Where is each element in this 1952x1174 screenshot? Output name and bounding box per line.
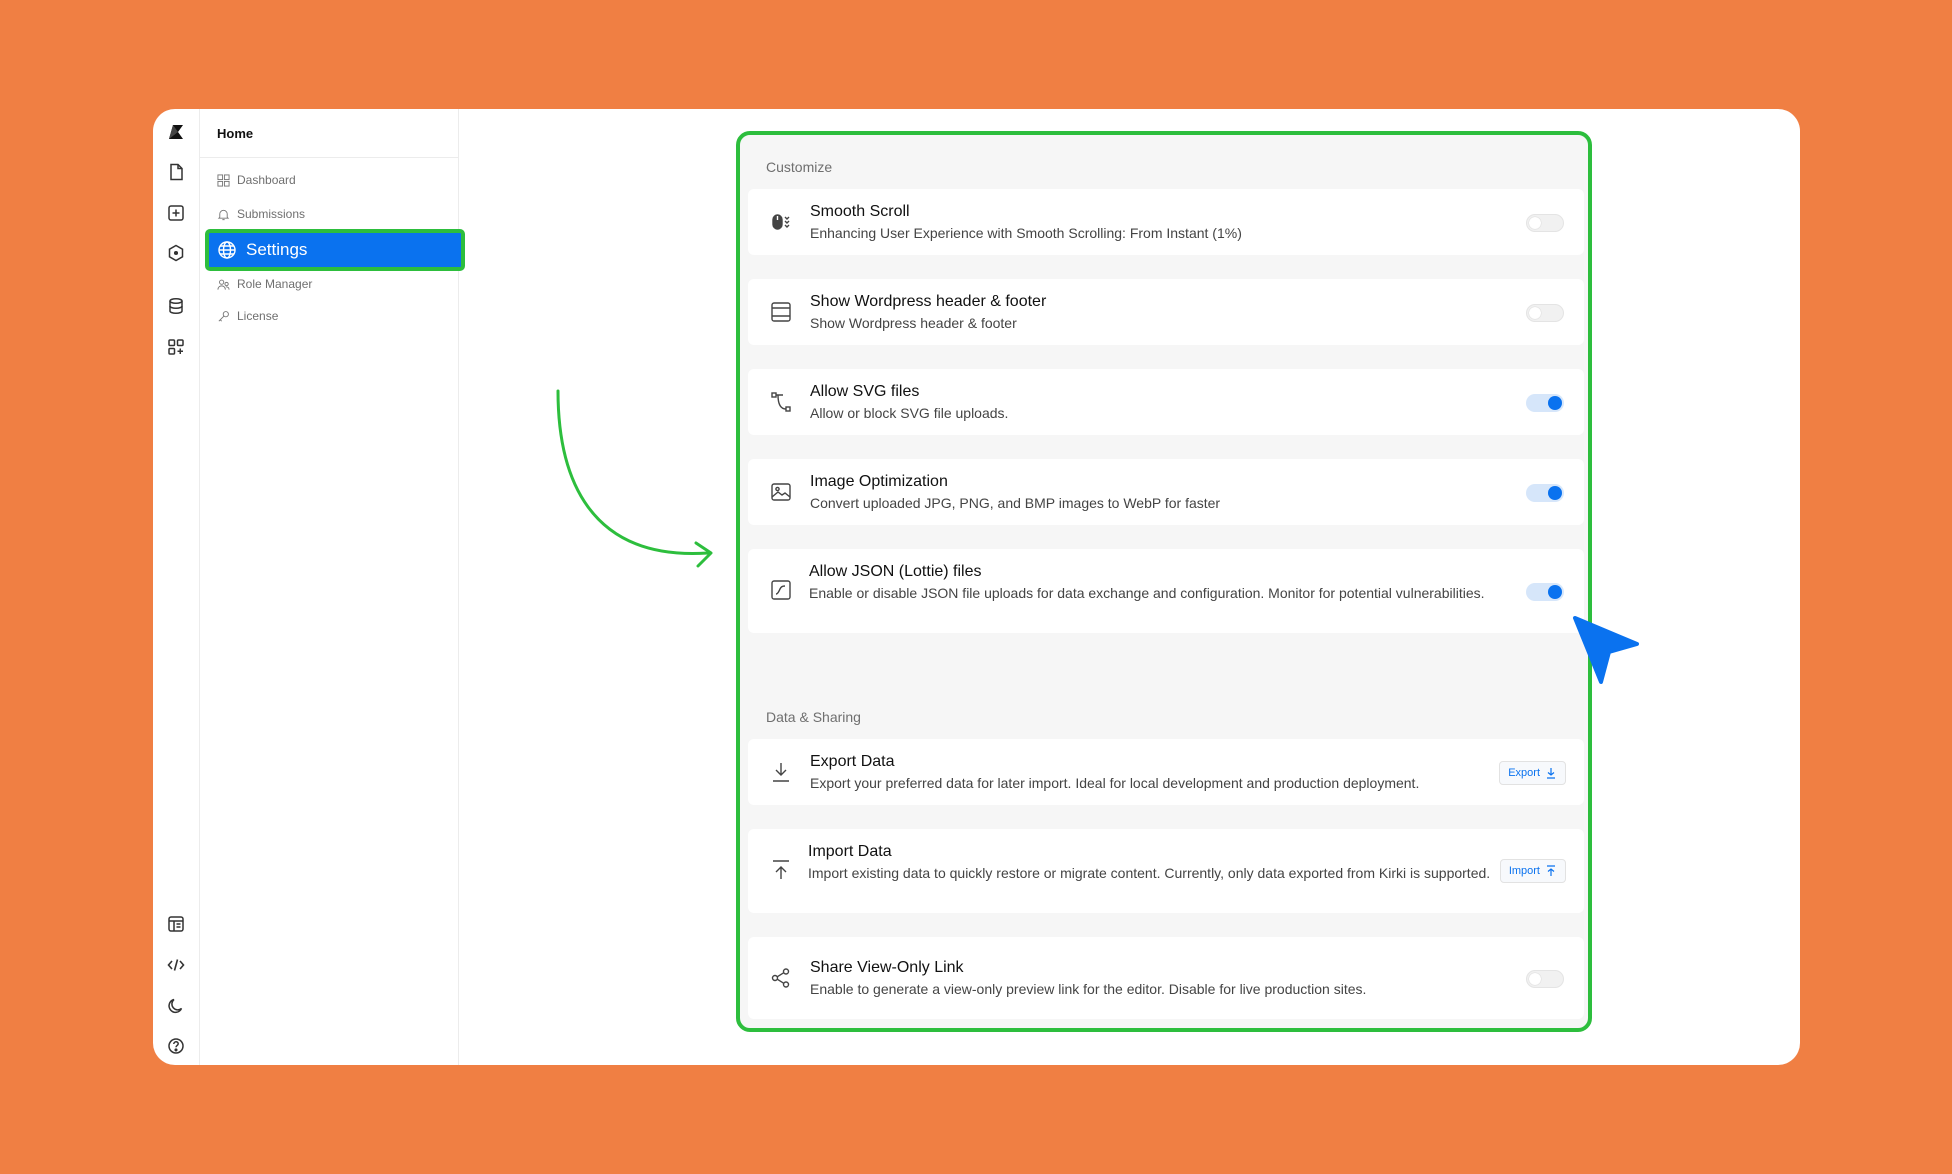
setting-title: Show Wordpress header & footer bbox=[810, 293, 1047, 310]
toggle-knob bbox=[1548, 396, 1562, 410]
icon-rail bbox=[153, 109, 200, 1065]
wordpress-header-footer-toggle[interactable] bbox=[1526, 304, 1564, 322]
code-icon[interactable] bbox=[164, 953, 188, 977]
sidebar-item-role-manager[interactable]: Role Manager bbox=[217, 273, 312, 295]
users-icon bbox=[217, 279, 230, 290]
component-icon[interactable] bbox=[164, 241, 188, 265]
setting-title: Allow JSON (Lottie) files bbox=[809, 563, 982, 580]
bell-icon bbox=[217, 209, 230, 220]
sidebar-item-submissions[interactable]: Submissions bbox=[217, 203, 305, 225]
export-button-label: Export bbox=[1508, 767, 1540, 779]
sidebar-item-label: Role Manager bbox=[237, 277, 313, 291]
vector-pen-icon bbox=[770, 391, 792, 413]
download-icon bbox=[770, 761, 792, 783]
download-icon bbox=[1547, 768, 1555, 779]
sidebar-item-label: License bbox=[237, 309, 279, 323]
setting-import-data: Import Data Import existing data to quic… bbox=[748, 829, 1584, 913]
toggle-knob bbox=[1529, 217, 1541, 229]
lottie-icon bbox=[770, 579, 792, 601]
help-icon[interactable] bbox=[164, 1034, 188, 1058]
settings-panel: Customize Smooth Scroll Enhancing User E… bbox=[736, 131, 1592, 1032]
dashboard-icon bbox=[217, 173, 230, 187]
setting-title: Image Optimization bbox=[810, 473, 948, 490]
toggle-knob bbox=[1529, 973, 1541, 985]
add-icon[interactable] bbox=[164, 201, 188, 225]
setting-image-optimization: Image Optimization Convert uploaded JPG,… bbox=[748, 459, 1584, 525]
apps-icon[interactable] bbox=[164, 335, 188, 359]
allow-svg-toggle[interactable] bbox=[1526, 394, 1564, 412]
moon-icon[interactable] bbox=[164, 994, 188, 1018]
sidebar-item-license[interactable]: License bbox=[217, 305, 278, 327]
page-icon[interactable] bbox=[164, 160, 188, 184]
setting-allow-svg: Allow SVG files Allow or block SVG file … bbox=[748, 369, 1584, 435]
sidebar-item-dashboard[interactable]: Dashboard bbox=[217, 169, 296, 191]
image-optimization-toggle[interactable] bbox=[1526, 484, 1564, 502]
app-window: Home Dashboard Submissions Role Manager … bbox=[153, 109, 1800, 1065]
database-icon[interactable] bbox=[164, 294, 188, 318]
setting-description: Enable or disable JSON file uploads for … bbox=[809, 585, 1485, 601]
sidebar-item-label: Submissions bbox=[237, 207, 306, 221]
setting-allow-json: Allow JSON (Lottie) files Enable or disa… bbox=[748, 549, 1584, 633]
share-icon bbox=[770, 967, 792, 989]
export-button[interactable]: Export bbox=[1499, 761, 1566, 785]
setting-wordpress-header-footer: Show Wordpress header & footer Show Word… bbox=[748, 279, 1584, 345]
sidebar-item-label: Settings bbox=[246, 240, 308, 259]
globe-icon bbox=[218, 241, 236, 259]
allow-json-toggle[interactable] bbox=[1526, 583, 1564, 601]
setting-description: Enhancing User Experience with Smooth Sc… bbox=[810, 225, 1242, 241]
setting-description: Allow or block SVG file uploads. bbox=[810, 405, 1009, 421]
setting-title: Allow SVG files bbox=[810, 383, 920, 400]
section-title-data-sharing: Data & Sharing bbox=[766, 709, 861, 725]
toggle-knob bbox=[1529, 307, 1541, 319]
logo-icon[interactable] bbox=[164, 120, 188, 144]
setting-description: Export your preferred data for later imp… bbox=[810, 775, 1420, 791]
mouse-scroll-icon bbox=[770, 211, 792, 233]
import-button[interactable]: Import bbox=[1499, 859, 1566, 883]
layout-rows-icon bbox=[770, 301, 792, 323]
setting-description: Enable to generate a view-only preview l… bbox=[810, 981, 1367, 997]
setting-share-view-only-link: Share View-Only Link Enable to generate … bbox=[748, 937, 1584, 1019]
upload-icon bbox=[770, 859, 792, 881]
setting-title: Share View-Only Link bbox=[810, 959, 964, 976]
nav-title: Home bbox=[217, 126, 254, 141]
setting-title: Smooth Scroll bbox=[810, 203, 910, 220]
setting-description: Import existing data to quickly restore … bbox=[808, 865, 1491, 881]
smooth-scroll-toggle[interactable] bbox=[1526, 214, 1564, 232]
annotation-arrow-icon bbox=[556, 389, 713, 568]
image-icon bbox=[770, 481, 792, 503]
layout-icon[interactable] bbox=[164, 912, 188, 936]
toggle-knob bbox=[1548, 585, 1562, 599]
section-title-customize: Customize bbox=[766, 159, 833, 175]
toggle-knob bbox=[1548, 486, 1562, 500]
upload-icon bbox=[1547, 865, 1555, 876]
setting-smooth-scroll: Smooth Scroll Enhancing User Experience … bbox=[748, 189, 1584, 255]
setting-description: Convert uploaded JPG, PNG, and BMP image… bbox=[810, 495, 1221, 511]
share-view-only-link-toggle[interactable] bbox=[1526, 970, 1564, 988]
nav-divider bbox=[200, 157, 459, 158]
import-button-label: Import bbox=[1508, 865, 1540, 877]
setting-export-data: Export Data Export your preferred data f… bbox=[748, 739, 1584, 805]
pointer-cursor-icon bbox=[1573, 616, 1639, 684]
key-icon bbox=[218, 310, 229, 321]
sidebar-item-settings[interactable]: Settings bbox=[205, 229, 465, 271]
setting-title: Import Data bbox=[808, 843, 892, 860]
sidebar-item-label: Dashboard bbox=[237, 173, 296, 187]
setting-description: Show Wordpress header & footer bbox=[810, 315, 1017, 331]
setting-title: Export Data bbox=[810, 753, 895, 770]
